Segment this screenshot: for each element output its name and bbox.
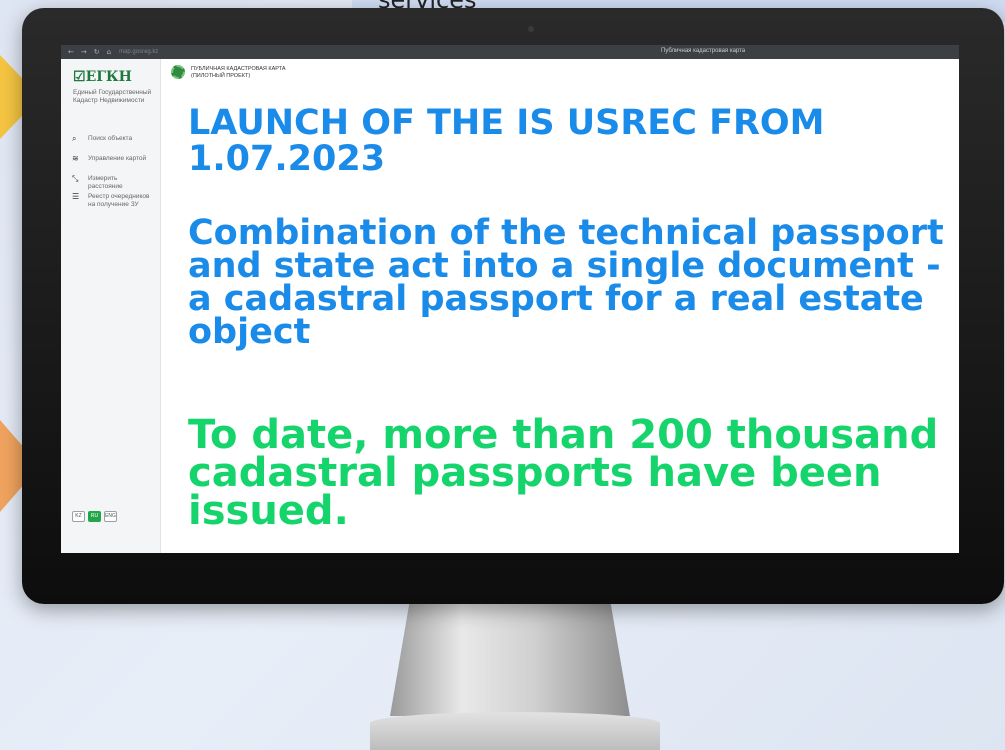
sidebar-item-measure[interactable]: ⤡ Измерить расстояние (72, 175, 150, 191)
camera-icon (528, 26, 534, 32)
url-field[interactable]: map.gosreg.kz (119, 49, 158, 55)
back-icon[interactable]: ← (68, 45, 74, 59)
highlight-statement: To date, more than 200 thousand cadastra… (188, 412, 939, 534)
sidebar-item-label: Поиск объекта (88, 135, 133, 142)
sidebar: ☑ЕГКН Единый Государственный Кадастр Нед… (61, 59, 161, 553)
description-paragraph: Combination of the technical passport an… (188, 213, 944, 352)
search-icon: ⌕ (72, 134, 77, 143)
header-title-line1: ПУБЛИЧНАЯ КАДАСТРОВАЯ КАРТА (191, 66, 286, 72)
header-title-line2: (ПИЛОТНЫЙ ПРОЕКТ) (191, 73, 251, 79)
language-switcher: KZ RU ENG (72, 511, 117, 522)
sidebar-item-map-control[interactable]: ≋ Управление картой (72, 155, 146, 163)
browser-bar: ← → ↻ ⌂ map.gosreg.kz Публичная кадастро… (61, 45, 959, 59)
header-title: ПУБЛИЧНАЯ КАДАСТРОВАЯ КАРТА (ПИЛОТНЫЙ ПР… (191, 66, 286, 80)
sidebar-item-label: Измерить расстояние (88, 175, 123, 190)
monitor-stand (390, 604, 630, 716)
sidebar-item-registry[interactable]: ☰ Реестр очередников на получение ЗУ (72, 193, 150, 209)
emblem-icon (171, 65, 185, 79)
layers-icon: ≋ (72, 154, 79, 163)
monitor-base (370, 712, 660, 750)
sidebar-item-search[interactable]: ⌕ Поиск объекта (72, 135, 132, 143)
reload-icon[interactable]: ↻ (94, 45, 100, 59)
sidebar-item-label: Реестр очередников на получение ЗУ (88, 193, 150, 208)
lang-kz-button[interactable]: KZ (72, 511, 85, 522)
logo-subtitle: Единый Государственный Кадастр Недвижимо… (73, 89, 152, 104)
headline: LAUNCH OF THE IS USREC FROM 1.07.2023 (188, 103, 825, 179)
forward-icon[interactable]: → (81, 45, 87, 59)
lang-ru-button[interactable]: RU (88, 511, 101, 522)
ruler-icon: ⤡ (72, 174, 79, 183)
logo: ☑ЕГКН (73, 69, 132, 85)
sidebar-item-label: Управление картой (88, 155, 147, 162)
screen: ← → ↻ ⌂ map.gosreg.kz Публичная кадастро… (61, 45, 959, 553)
browser-tab-title: Публичная кадастровая карта (661, 48, 746, 54)
home-icon[interactable]: ⌂ (107, 45, 111, 59)
lang-eng-button[interactable]: ENG (104, 511, 117, 522)
list-icon: ☰ (72, 192, 80, 201)
logo-text: ЕГКН (85, 69, 132, 85)
